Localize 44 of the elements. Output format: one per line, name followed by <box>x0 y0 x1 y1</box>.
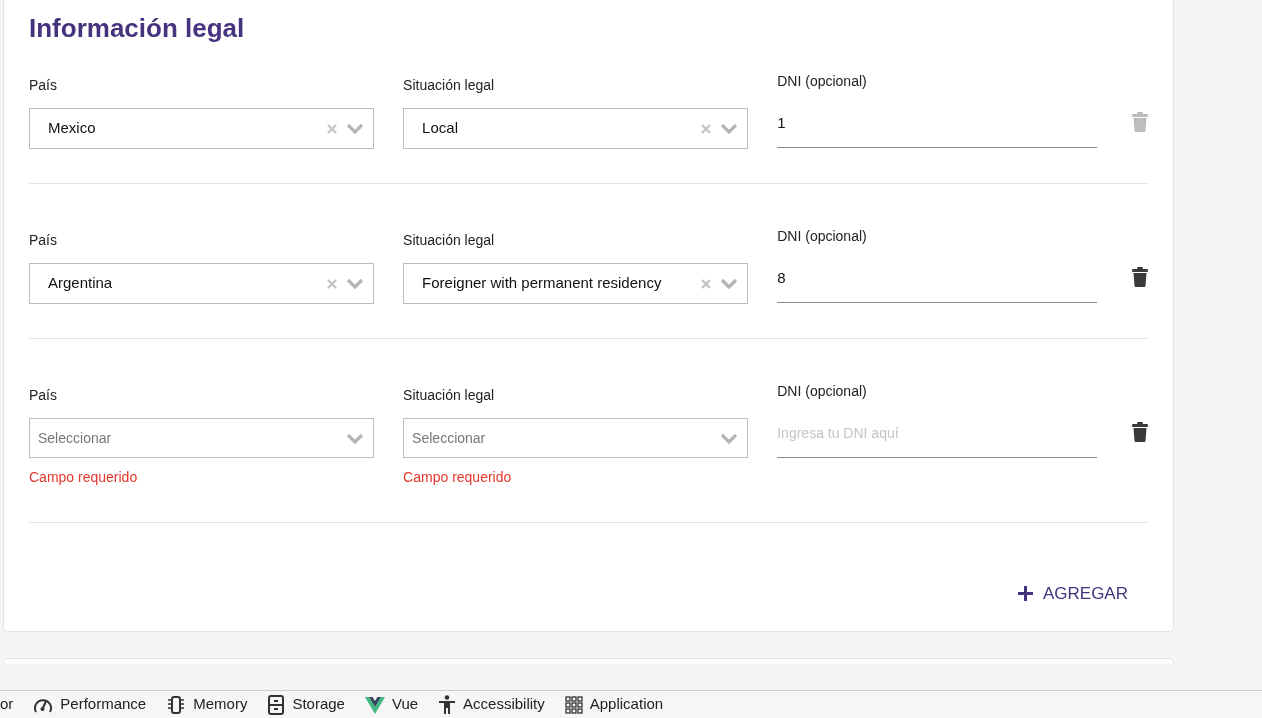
field-label: País <box>29 232 58 250</box>
devtools-tab[interactable]: Accessibility <box>438 693 545 716</box>
section-title: Información legal <box>29 13 246 45</box>
grid-icon <box>564 695 583 714</box>
chevron-down-icon[interactable] <box>720 432 739 444</box>
field-label: Situación legal <box>403 77 496 95</box>
error-message: Campo requerido <box>403 468 513 488</box>
chevron-down-icon[interactable] <box>720 123 739 135</box>
chevron-down-icon[interactable] <box>720 278 739 290</box>
chip-icon <box>166 695 187 714</box>
field-label: Situación legal <box>403 232 496 250</box>
devtools-tab[interactable]: Performance <box>33 693 147 716</box>
devtools-tab[interactable]: Application <box>564 693 664 716</box>
person-icon <box>438 694 457 715</box>
plus-icon <box>1016 585 1034 603</box>
add-button[interactable]: AGREGAR <box>1016 581 1148 607</box>
error-message: Campo requerido <box>29 468 139 488</box>
v-logo-icon <box>364 695 385 714</box>
field-label: País <box>29 77 58 95</box>
select-field[interactable]: Seleccionar <box>29 418 375 459</box>
field-label: DNI (opcional) <box>777 228 868 246</box>
devtools-tab[interactable]: Vue <box>364 693 419 716</box>
clear-icon[interactable] <box>326 277 339 290</box>
select-field[interactable]: Mexico <box>29 108 375 150</box>
clear-icon[interactable] <box>700 122 713 135</box>
clear-icon[interactable] <box>700 277 713 290</box>
field-label: DNI (opcional) <box>777 383 868 401</box>
trash-icon[interactable] <box>1132 266 1148 287</box>
devtools-tab[interactable]: Memory <box>166 693 248 716</box>
devtools-tab[interactable]: Storage <box>267 693 345 716</box>
clear-icon[interactable] <box>326 122 339 135</box>
select-field[interactable]: Argentina <box>29 263 375 305</box>
select-field[interactable]: Local <box>403 108 749 150</box>
select-field[interactable]: Seleccionar <box>403 418 749 459</box>
field-label: DNI (opcional) <box>777 73 868 91</box>
trash-icon[interactable] <box>1132 421 1148 442</box>
chevron-down-icon[interactable] <box>346 123 365 135</box>
field-label: Situación legal <box>403 387 496 405</box>
field-label: País <box>29 387 58 405</box>
select-field[interactable]: Foreigner with permanent residency <box>403 263 749 305</box>
devtools-tab[interactable]: or <box>0 693 14 716</box>
cabinet-icon <box>267 694 286 715</box>
chevron-down-icon[interactable] <box>346 278 365 290</box>
chevron-down-icon[interactable] <box>346 432 365 444</box>
